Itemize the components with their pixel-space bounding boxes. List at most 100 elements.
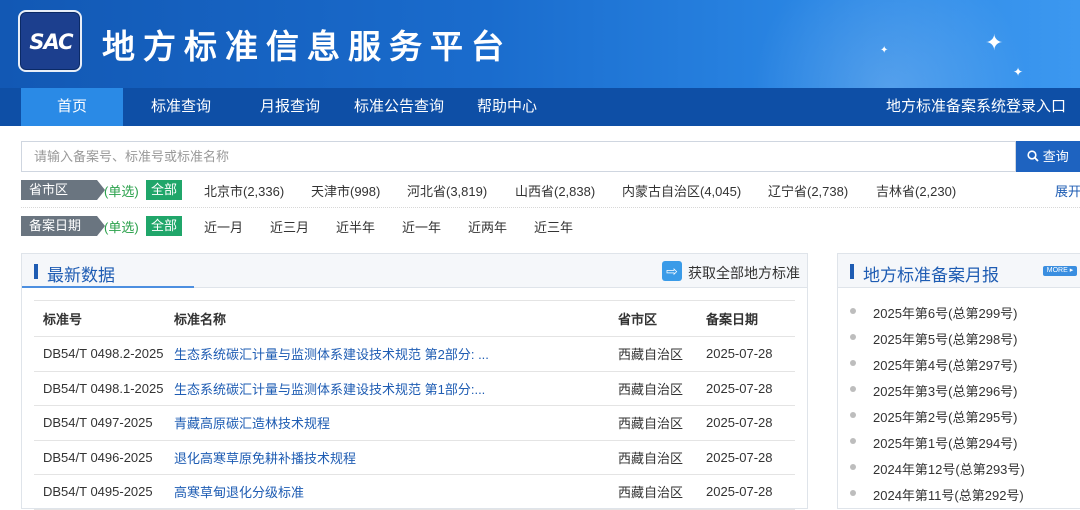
table-header-row: 标准号 标准名称 省市区 备案日期 xyxy=(34,300,795,337)
monthly-report-link[interactable]: 2024年第11号(总第292号) xyxy=(873,485,1024,504)
search-input[interactable]: 请输入备案号、标准号或标准名称 xyxy=(21,141,1016,172)
standard-name-link[interactable]: 生态系统碳汇计量与监测体系建设技术规范 第2部分: ... xyxy=(174,336,618,372)
bullet-icon xyxy=(850,438,856,444)
title-bar-marker xyxy=(850,264,854,279)
bullet-icon xyxy=(850,490,856,496)
bullet-icon xyxy=(850,334,856,340)
monthly-report-link[interactable]: 2025年第1号(总第294号) xyxy=(873,433,1018,452)
standard-no: DB54/T 0498.2-2025 xyxy=(34,336,174,372)
nav-item-standard-query[interactable]: 标准查询 xyxy=(140,88,222,126)
province-filter-label: 省市区 xyxy=(21,180,105,200)
date-option[interactable]: 近一年 xyxy=(402,217,441,236)
province-option[interactable]: 河北省(3,819) xyxy=(407,181,487,200)
monthly-report-panel: 地方标准备案月报 MORE ▸ 2025年第6号(总第299号) 2025年第5… xyxy=(837,253,1080,509)
filing-system-login-link[interactable]: 地方标准备案系统登录入口 xyxy=(886,88,1066,126)
table-row: DB54/T 0496-2025 退化高寒草原免耕补播技术规程 西藏自治区 20… xyxy=(34,440,795,475)
region: 西藏自治区 xyxy=(618,474,706,510)
list-item[interactable]: 2025年第2号(总第295号) xyxy=(838,402,1080,428)
column-header-standard-name: 标准名称 xyxy=(174,300,618,337)
divider xyxy=(21,207,1080,208)
column-header-filing-date: 备案日期 xyxy=(706,300,795,337)
region: 西藏自治区 xyxy=(618,405,706,441)
column-header-region: 省市区 xyxy=(618,300,706,337)
monthly-report-link[interactable]: 2025年第4号(总第297号) xyxy=(873,355,1018,374)
list-item[interactable]: 2025年第5号(总第298号) xyxy=(838,324,1080,350)
date-filter: 备案日期 (单选) 全部 近一月 近三月 近半年 近一年 近两年 近三年 xyxy=(21,216,1080,238)
title-underline xyxy=(22,286,194,288)
province-option[interactable]: 吉林省(2,230) xyxy=(876,181,956,200)
expand-link[interactable]: 展开 xyxy=(1055,181,1080,200)
list-item[interactable]: 2025年第3号(总第296号) xyxy=(838,376,1080,402)
main-nav: 首页 标准查询 月报查询 标准公告查询 帮助中心 地方标准备案系统登录入口 xyxy=(0,88,1080,126)
province-all-button[interactable]: 全部 xyxy=(146,180,183,200)
bullet-icon xyxy=(850,412,856,418)
monthly-report-link[interactable]: 2025年第3号(总第296号) xyxy=(873,381,1018,400)
search-button-label: 查询 xyxy=(1042,149,1069,164)
table-row: DB54/T 0498.1-2025 生态系统碳汇计量与监测体系建设技术规范 第… xyxy=(34,371,795,406)
list-item[interactable]: 2024年第12号(总第293号) xyxy=(838,454,1080,480)
search-button[interactable]: 查询 xyxy=(1016,141,1080,172)
standard-name-link[interactable]: 高寒草甸退化分级标准 xyxy=(174,474,618,510)
bullet-icon xyxy=(850,360,856,366)
list-item[interactable]: 2025年第4号(总第297号) xyxy=(838,350,1080,376)
bullet-icon xyxy=(850,386,856,392)
column-header-standard-no: 标准号 xyxy=(34,300,174,337)
standard-name-link[interactable]: 生态系统碳汇计量与监测体系建设技术规范 第1部分:... xyxy=(174,371,618,406)
province-option[interactable]: 天津市(998) xyxy=(311,181,380,200)
single-select-hint: (单选) xyxy=(104,184,139,199)
logo-text: SAC xyxy=(29,30,73,54)
date-option[interactable]: 近三月 xyxy=(270,217,309,236)
nav-item-monthly-query[interactable]: 月报查询 xyxy=(249,88,331,126)
date-option[interactable]: 近一月 xyxy=(204,217,243,236)
site-title: 地方标准信息服务平台 xyxy=(102,28,512,65)
title-bar-marker xyxy=(34,264,38,279)
standard-no: DB54/T 0498.1-2025 xyxy=(34,371,174,406)
filing-date: 2025-07-28 xyxy=(706,440,795,475)
sparkle-icon: ✦ xyxy=(880,45,889,56)
monthly-report-link[interactable]: 2025年第5号(总第298号) xyxy=(873,329,1018,348)
nav-item-home[interactable]: 首页 xyxy=(21,88,123,126)
table-row: DB54/T 0498.2-2025 生态系统碳汇计量与监测体系建设技术规范 第… xyxy=(34,336,795,372)
sparkle-icon: ✦ xyxy=(985,30,1004,55)
date-option[interactable]: 近两年 xyxy=(468,217,507,236)
province-option[interactable]: 北京市(2,336) xyxy=(204,181,284,200)
monthly-report-title: 地方标准备案月报 xyxy=(863,266,999,285)
get-all-standards-link[interactable]: 获取全部地方标准 xyxy=(688,263,800,283)
monthly-report-link[interactable]: 2025年第2号(总第295号) xyxy=(873,407,1018,426)
list-item[interactable]: 2025年第6号(总第299号) xyxy=(838,298,1080,324)
list-item[interactable]: 2025年第1号(总第294号) xyxy=(838,428,1080,454)
more-button[interactable]: MORE ▸ xyxy=(1043,266,1077,276)
nav-item-help-center[interactable]: 帮助中心 xyxy=(466,88,548,126)
filing-date: 2025-07-28 xyxy=(706,371,795,406)
monthly-report-header: 地方标准备案月报 MORE ▸ xyxy=(838,254,1080,288)
download-icon[interactable]: ⇨ xyxy=(662,261,682,281)
province-option[interactable]: 辽宁省(2,738) xyxy=(768,181,848,200)
date-all-button[interactable]: 全部 xyxy=(146,216,183,236)
date-option[interactable]: 近半年 xyxy=(336,217,375,236)
latest-data-title: 最新数据 xyxy=(47,266,115,285)
table-row: DB54/T 0497-2025 青藏高原碳汇造林技术规程 西藏自治区 2025… xyxy=(34,405,795,441)
filing-date: 2025-07-28 xyxy=(706,336,795,372)
monthly-report-link[interactable]: 2025年第6号(总第299号) xyxy=(873,303,1018,322)
province-option[interactable]: 山西省(2,838) xyxy=(515,181,595,200)
standard-name-link[interactable]: 退化高寒草原免耕补播技术规程 xyxy=(174,440,618,475)
latest-data-header: 最新数据 ⇨ 获取全部地方标准 xyxy=(22,254,807,288)
region: 西藏自治区 xyxy=(618,440,706,475)
latest-data-table: 标准号 标准名称 省市区 备案日期 DB54/T 0498.2-2025 生态系… xyxy=(34,300,795,510)
standard-name-link[interactable]: 青藏高原碳汇造林技术规程 xyxy=(174,405,618,441)
list-item[interactable]: 2024年第11号(总第292号) xyxy=(838,480,1080,506)
filing-date: 2025-07-28 xyxy=(706,405,795,441)
sac-logo[interactable]: SAC xyxy=(18,10,82,72)
latest-data-panel: 最新数据 ⇨ 获取全部地方标准 标准号 标准名称 省市区 备案日期 DB54/T… xyxy=(21,253,808,510)
single-select-hint: (单选) xyxy=(104,220,139,235)
site-header: SAC 地方标准信息服务平台 ✦ ✦ ✦ xyxy=(0,0,1080,88)
monthly-report-link[interactable]: 2024年第12号(总第293号) xyxy=(873,459,1025,478)
standard-no: DB54/T 0497-2025 xyxy=(34,405,174,441)
region: 西藏自治区 xyxy=(618,336,706,372)
province-option[interactable]: 内蒙古自治区(4,045) xyxy=(622,181,741,200)
standard-no: DB54/T 0496-2025 xyxy=(34,440,174,475)
nav-item-announcement-query[interactable]: 标准公告查询 xyxy=(346,88,452,126)
date-option[interactable]: 近三年 xyxy=(534,217,573,236)
region: 西藏自治区 xyxy=(618,371,706,406)
filing-date: 2025-07-28 xyxy=(706,474,795,510)
